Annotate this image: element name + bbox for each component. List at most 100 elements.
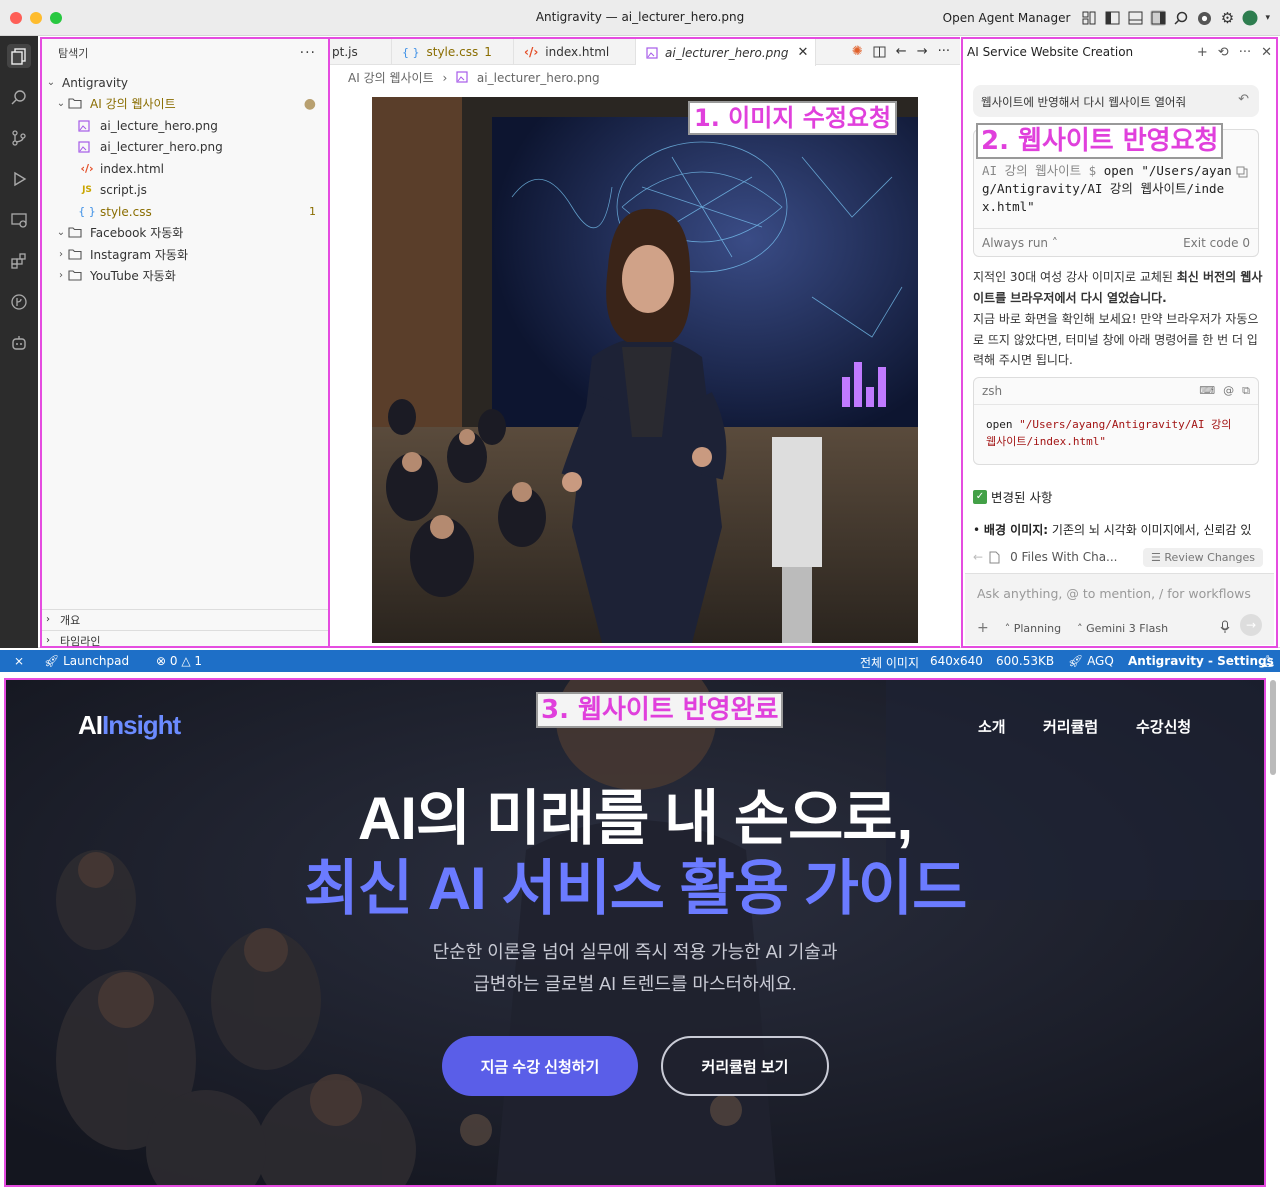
exit-code-label: Exit code 0 [1183,235,1250,250]
review-changes-button[interactable]: ☰ Review Changes [1143,547,1263,567]
annotation-image-edit-request: 1. 이미지 수정요청 [688,101,898,135]
css-icon: { } [78,205,96,218]
nav-enroll[interactable]: 수강신청 [1136,716,1191,737]
arrow-left-icon[interactable]: ← [896,44,907,59]
agent-conversation-title: AI Service Website Creation [967,45,1134,59]
layout-grid-icon[interactable] [1081,10,1097,26]
more-actions-icon[interactable]: ··· [938,44,950,59]
mention-icon[interactable]: @ [1223,384,1234,398]
avatar[interactable] [1242,10,1258,26]
mode-label: Planning [1013,621,1062,635]
mode-selector[interactable]: ˄ Planning [1005,622,1061,635]
chevron-down-icon: ⌄ [56,98,66,109]
launchpad-button[interactable]: 🚀︎ Launchpad [44,654,129,668]
source-control-icon[interactable] [7,126,31,150]
split-editor-icon[interactable] [873,46,886,58]
scrollbar[interactable] [1270,680,1276,775]
close-tab-icon[interactable]: ✕ [797,45,808,60]
chevron-up-icon: ˄ [1004,621,1014,635]
tree-file[interactable]: JS script.js [42,179,328,200]
nav-curriculum[interactable]: 커리큘럼 [1043,716,1098,737]
git-graph-icon[interactable] [7,290,31,314]
user-message-bubble: 웹사이트에 반영해서 다시 웹사이트 열어줘 ↶ [973,85,1259,117]
always-run-toggle[interactable]: Always run ˄ [982,236,1058,250]
toggle-sidebar-icon[interactable] [1104,10,1120,26]
arrow-right-icon[interactable]: → [917,44,928,59]
open-agent-manager-button[interactable]: Open Agent Manager [943,11,1071,25]
gear-icon[interactable]: ⚙ [1219,9,1235,27]
copy-icon[interactable] [1236,166,1248,178]
explorer-panel: 탐색기 ··· ⌄ Antigravity ⌄ AI 강의 웹사이트 ● ai_… [40,37,330,648]
tree-file[interactable]: ai_lecture_hero.png [42,115,328,136]
changes-item: • 배경 이미지: 기존의 뇌 시각화 이미지에서, 신뢰감 있 [973,521,1269,538]
image-zoom-label[interactable]: 전체 이미지 [860,654,919,671]
more-actions-icon[interactable]: ··· [1239,45,1251,60]
files-changed-label[interactable]: 0 Files With Cha... [1010,550,1117,564]
run-debug-icon[interactable] [7,167,31,191]
model-selector[interactable]: ˄ Gemini 3 Flash [1077,622,1168,635]
folder-icon [68,227,86,238]
tree-folder[interactable]: › YouTube 자동화 [42,265,328,286]
new-chat-icon[interactable]: + [1197,45,1208,60]
problems-indicator[interactable]: ⊗ 0 △ 1 [156,654,202,668]
chat-input[interactable]: Ask anything, @ to mention, / for workfl… [977,586,1251,601]
terminal-icon[interactable]: ⌨ [1199,384,1215,398]
tab-script-js[interactable]: pt.js [330,39,392,65]
list-icon: ☰ [1151,550,1165,564]
tab-ai-lecturer-hero[interactable]: ai_lecturer_hero.png ✕ [636,39,816,66]
tree-folder-ai-website[interactable]: ⌄ AI 강의 웹사이트 ● [42,93,328,114]
remote-indicator-icon[interactable]: ⨯ [14,654,24,668]
changes-item-text: 기존의 뇌 시각화 이미지에서, 신뢰감 있 [1048,523,1252,537]
chrome-icon[interactable] [1196,10,1212,26]
agq-button[interactable]: 🚀︎ AGQ [1068,654,1114,668]
undo-icon[interactable]: ↶ [1238,92,1249,107]
tab-index-html[interactable]: ‹/› index.html [514,39,636,65]
bell-icon[interactable]: 🔔︎ [1260,654,1275,668]
file-icon [989,551,1000,564]
breadcrumb-file[interactable]: ai_lecturer_hero.png [477,71,600,85]
outline-section[interactable]: › 개요 [42,609,328,629]
microphone-icon[interactable] [1220,620,1230,634]
tree-file[interactable]: { } style.css 1 [42,201,328,222]
remote-explorer-icon[interactable] [7,208,31,232]
breadcrumb-folder[interactable]: AI 강의 웹사이트 [348,71,434,85]
search-icon[interactable] [1173,10,1189,26]
launchpad-label: Launchpad [63,654,130,668]
tree-root[interactable]: ⌄ Antigravity [42,72,328,93]
tree-folder[interactable]: › Instagram 자동화 [42,244,328,265]
title-bar: Antigravity — ai_lecturer_hero.png Open … [0,0,1280,36]
timeline-section[interactable]: › 타임라인 [42,630,328,650]
response-text: 지적인 30대 여성 강사 이미지로 교체된 [973,270,1177,284]
send-button[interactable]: → [1240,614,1262,636]
tree-file[interactable]: ai_lecturer_hero.png [42,136,328,157]
cta-curriculum-button[interactable]: 커리큘럼 보기 [661,1036,829,1096]
arrow-left-icon[interactable]: ← [973,550,983,564]
toggle-secondary-sidebar-icon[interactable] [1150,10,1167,26]
toggle-panel-icon[interactable] [1127,10,1143,26]
tree-file[interactable]: ‹/› index.html [42,158,328,179]
terminal-command: AI 강의 웹사이트 $ open "/Users/ayang/Antigrav… [982,162,1232,216]
chevron-down-icon[interactable]: ▾ [1265,13,1270,23]
nav-about[interactable]: 소개 [978,716,1006,737]
cta-enroll-button[interactable]: 지금 수강 신청하기 [442,1036,638,1096]
close-icon[interactable]: ✕ [1261,45,1272,60]
timeline-label: 타임라인 [60,634,101,648]
add-context-icon[interactable]: + [977,620,989,636]
copy-icon[interactable]: ⧉ [1242,384,1250,398]
chevron-right-icon: › [46,614,50,625]
settings-link[interactable]: Antigravity - Settings [1128,654,1274,668]
site-logo[interactable]: AIInsight [78,710,181,741]
sparkle-icon[interactable]: ✺ [852,44,863,59]
history-icon[interactable]: ⟲ [1218,45,1229,60]
tree-folder[interactable]: ⌄ Facebook 자동화 [42,222,328,243]
tab-style-css[interactable]: { } style.css 1 [392,39,514,65]
logo-insight: Insight [102,710,181,740]
search-icon[interactable] [7,85,31,109]
image-icon [646,46,658,59]
explorer-files-icon[interactable] [7,44,31,68]
more-actions-icon[interactable]: ··· [300,45,316,61]
extensions-icon[interactable] [7,249,31,273]
logo-ai: AI [78,710,103,740]
agent-robot-icon[interactable] [7,331,31,355]
hero-subtitle-2: 급변하는 글로벌 AI 트렌드를 마스터하세요. [473,974,797,994]
